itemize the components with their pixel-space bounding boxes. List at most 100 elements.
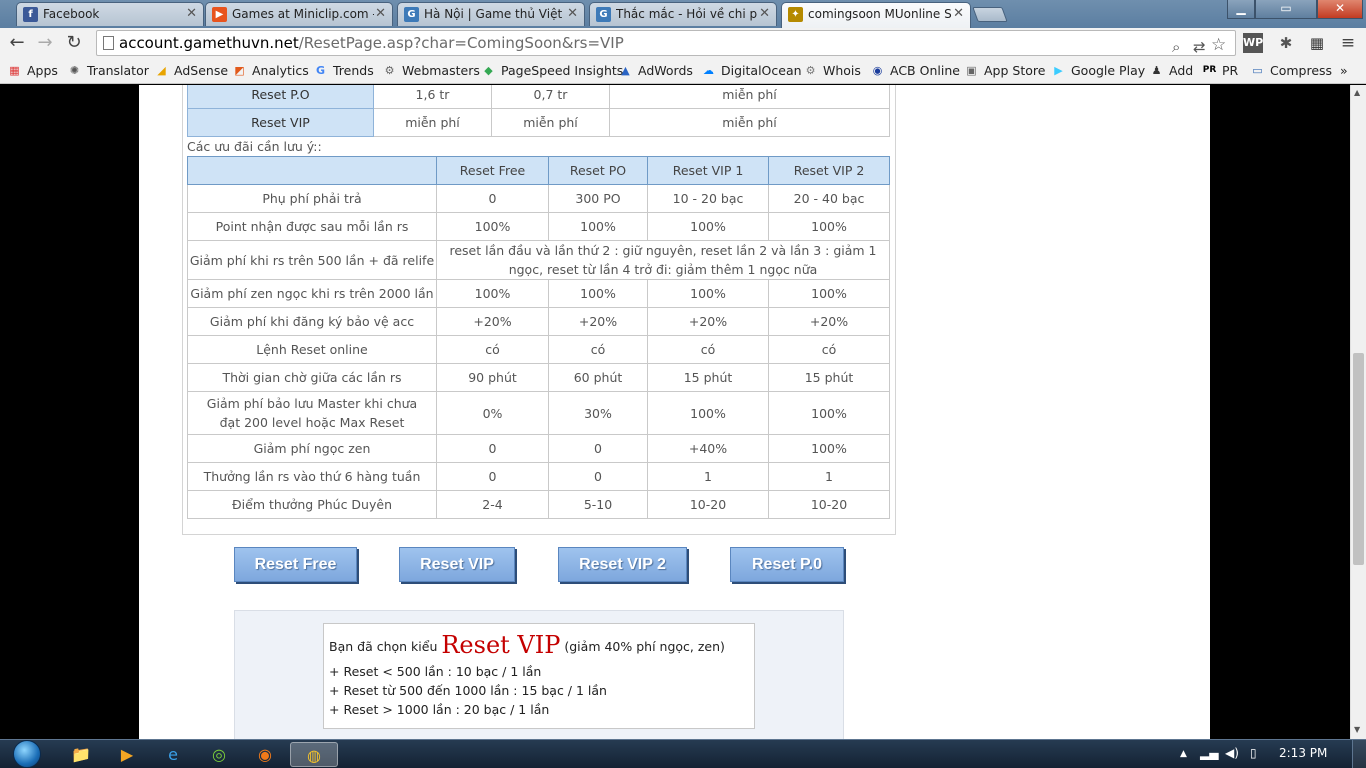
- column-header: Reset Free: [436, 156, 549, 185]
- bookmark-compress[interactable]: ▭ Compress: [1250, 62, 1332, 80]
- bookmark-whois[interactable]: ⚙ Whois: [803, 62, 861, 80]
- tray-overflow-icon[interactable]: ▲: [1180, 749, 1187, 759]
- close-window-button[interactable]: ✕: [1317, 0, 1363, 19]
- browser-toolbar: ← → ↻ account.gamethuvn.net/ResetPage.as…: [0, 28, 1366, 58]
- tab-facebook[interactable]: f Facebook ✕: [16, 2, 204, 26]
- scroll-down-icon[interactable]: ▼: [1354, 725, 1360, 734]
- reset-free-button[interactable]: Reset Free: [234, 547, 357, 582]
- table-row: Phụ phí phải trả 0 300 PO 10 - 20 bạc 20 - 4…: [187, 184, 890, 213]
- close-tab-icon[interactable]: ✕: [759, 3, 770, 25]
- bookmark-apps[interactable]: ▦ Apps: [7, 62, 58, 80]
- close-tab-icon[interactable]: ✕: [186, 3, 197, 25]
- table-cell: 0%: [436, 391, 549, 435]
- network-icon[interactable]: ▂▄: [1200, 746, 1218, 760]
- bookmark-pr[interactable]: PR PR: [1202, 62, 1239, 80]
- internet-explorer-icon[interactable]: e: [152, 742, 194, 767]
- vertical-scrollbar[interactable]: ▲ ▼: [1350, 85, 1366, 739]
- price-line: + Reset từ 500 đến 1000 lần : 15 bạc / 1…: [329, 683, 607, 698]
- restore-button[interactable]: ▭: [1255, 0, 1317, 19]
- scrollbar-thumb[interactable]: [1353, 353, 1364, 565]
- taskbar-clock[interactable]: 2:13 PM: [1279, 746, 1327, 760]
- table-row: Thời gian chờ giữa các lần rs 90 phút 60 p…: [187, 363, 890, 392]
- close-tab-icon[interactable]: ✕: [375, 3, 386, 25]
- bug-extension-icon[interactable]: ✱: [1276, 33, 1296, 53]
- selection-box: Bạn đã chọn kiểu Reset VIP (giảm 40% phí…: [323, 623, 755, 729]
- table-cell: 100%: [768, 434, 890, 463]
- table-cell: miễn phí: [491, 108, 610, 137]
- bookmark-google-play[interactable]: ▶ Google Play: [1051, 62, 1145, 80]
- reset-vip-button[interactable]: Reset VIP: [399, 547, 515, 582]
- bookmark-pagespeed[interactable]: ◆ PageSpeed Insights: [481, 62, 623, 80]
- reset-po-button[interactable]: Reset P.0: [730, 547, 844, 582]
- bookmark-star-icon[interactable]: ☆: [1211, 33, 1226, 57]
- forward-icon[interactable]: →: [33, 31, 57, 55]
- cost-table: Reset P.O 1,6 tr 0,7 tr miễn phí Reset V…: [187, 85, 890, 137]
- gamethuvn-icon: G: [596, 7, 611, 22]
- bookmarks-overflow-icon[interactable]: »: [1340, 62, 1348, 80]
- table-cell: 90 phút: [436, 363, 549, 392]
- bookmark-adwords[interactable]: ▲ AdWords: [618, 62, 693, 80]
- table-cell: 30%: [548, 391, 648, 435]
- address-bar[interactable]: account.gamethuvn.net/ResetPage.asp?char…: [96, 30, 1236, 56]
- bookmark-trends[interactable]: G Trends: [313, 62, 374, 80]
- facebook-icon: f: [23, 7, 38, 22]
- bookmark-translator[interactable]: ✺ Translator: [67, 62, 149, 80]
- back-icon[interactable]: ←: [5, 31, 29, 55]
- bookmark-webmasters[interactable]: ⚙ Webmasters: [382, 62, 480, 80]
- table-row: Giảm phí khi rs trên 500 lần + đã relife…: [187, 240, 890, 280]
- zoom-icon[interactable]: ⌕: [1172, 35, 1180, 59]
- bookmark-adsense[interactable]: ◢ AdSense: [154, 62, 228, 80]
- translator-icon: ✺: [69, 64, 80, 77]
- tab-comingsoon-active[interactable]: ✦ comingsoon MUonline SS ✕: [781, 2, 971, 28]
- page-info-icon[interactable]: [103, 36, 114, 50]
- tab-thac-mac[interactable]: G Thắc mắc - Hỏi về chi phí ✕: [589, 2, 777, 26]
- minimize-button[interactable]: ▁: [1227, 0, 1255, 19]
- table-cell: reset lần đầu và lần thứ 2 : giữ nguyên,…: [436, 240, 890, 280]
- reset-vip2-button[interactable]: Reset VIP 2: [558, 547, 687, 582]
- table-cell: +20%: [548, 307, 648, 336]
- google-play-icon: ▶: [1054, 64, 1063, 77]
- row-label: Giảm phí khi đăng ký bảo vệ acc: [187, 307, 437, 336]
- column-header: [187, 156, 437, 185]
- close-tab-icon[interactable]: ✕: [567, 3, 578, 25]
- start-button[interactable]: [9, 740, 45, 768]
- table-cell: +20%: [768, 307, 890, 336]
- tab-title: Games at Miniclip.com - P: [232, 7, 374, 21]
- menu-icon[interactable]: ≡: [1338, 33, 1358, 53]
- translate-icon[interactable]: ⇄: [1193, 35, 1206, 59]
- chrome-icon[interactable]: ◍: [290, 742, 338, 767]
- selection-prefix: Bạn đã chọn kiểu: [329, 639, 438, 654]
- tab-miniclip[interactable]: ▶ Games at Miniclip.com - P ✕: [205, 2, 393, 26]
- apps-grid-icon: ▦: [9, 64, 20, 77]
- app-green-icon[interactable]: ◎: [198, 742, 240, 767]
- bookmark-add[interactable]: ♟ Add: [1149, 62, 1194, 80]
- power-icon[interactable]: ▯: [1250, 746, 1257, 760]
- google-icon: G: [315, 64, 326, 77]
- new-tab-button[interactable]: [972, 7, 1008, 22]
- bookmark-digitalocean[interactable]: ☁ DigitalOcean: [701, 62, 802, 80]
- row-label: Reset P.O: [187, 85, 374, 109]
- close-tab-icon[interactable]: ✕: [953, 3, 964, 25]
- tab-title: Thắc mắc - Hỏi về chi phí: [616, 7, 758, 21]
- firefox-icon[interactable]: ◉: [244, 742, 286, 767]
- selection-note: (giảm 40% phí ngọc, zen): [564, 639, 725, 654]
- table-cell: 100%: [436, 212, 549, 241]
- qr-extension-icon[interactable]: ▦: [1307, 33, 1327, 53]
- column-header: Reset VIP 1: [647, 156, 769, 185]
- show-desktop-button[interactable]: [1352, 740, 1366, 768]
- reload-icon[interactable]: ↻: [62, 31, 86, 55]
- bookmark-analytics[interactable]: ◩ Analytics: [232, 62, 308, 80]
- row-label: Thời gian chờ giữa các lần rs: [187, 363, 437, 392]
- bookmark-acb-online[interactable]: ◉ ACB Online: [870, 62, 960, 80]
- explorer-icon[interactable]: 📁: [60, 742, 102, 767]
- media-player-icon[interactable]: ▶: [106, 742, 148, 767]
- volume-icon[interactable]: ◀): [1225, 746, 1239, 760]
- table-cell: có: [436, 335, 549, 364]
- wp-extension-icon[interactable]: WP: [1243, 33, 1263, 53]
- bookmark-app-store[interactable]: ▣ App Store: [964, 62, 1045, 80]
- tab-gamethu-hanoi[interactable]: G Hà Nội | Game thủ Việt N ✕: [397, 2, 585, 26]
- url-host: account.gamethuvn.net: [119, 34, 299, 52]
- table-row: Point nhận được sau mỗi lần rs 100% 100% 10…: [187, 212, 890, 241]
- scroll-up-icon[interactable]: ▲: [1354, 88, 1360, 97]
- bookmark-label: Translator: [87, 63, 149, 78]
